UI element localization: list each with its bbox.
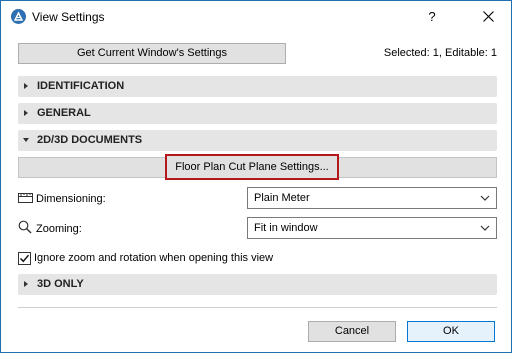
app-icon bbox=[11, 9, 26, 24]
chevron-down-icon bbox=[23, 138, 29, 142]
get-current-window-settings-button[interactable]: Get Current Window's Settings bbox=[18, 43, 286, 64]
dimensioning-icon bbox=[18, 193, 33, 203]
dimensioning-value: Plain Meter bbox=[254, 192, 310, 204]
ignore-zoom-checkbox[interactable] bbox=[18, 252, 31, 265]
chevron-right-icon bbox=[24, 281, 28, 287]
chevron-right-icon bbox=[24, 110, 28, 116]
section-identification[interactable]: IDENTIFICATION bbox=[18, 76, 497, 97]
section-label: 2D/3D DOCUMENTS bbox=[37, 134, 143, 146]
help-button[interactable]: ? bbox=[419, 5, 445, 29]
dimensioning-label: Dimensioning: bbox=[36, 193, 106, 205]
close-icon bbox=[482, 11, 494, 22]
ok-button[interactable]: OK bbox=[407, 321, 495, 342]
section-general[interactable]: GENERAL bbox=[18, 103, 497, 124]
selection-status: Selected: 1, Editable: 1 bbox=[383, 47, 497, 59]
chevron-down-icon bbox=[480, 225, 490, 231]
zooming-value: Fit in window bbox=[254, 222, 318, 234]
magnifier-icon bbox=[18, 220, 32, 234]
zooming-select[interactable]: Fit in window bbox=[247, 217, 497, 239]
section-label: 3D ONLY bbox=[37, 278, 84, 290]
cancel-button[interactable]: Cancel bbox=[308, 321, 396, 342]
checkmark-icon bbox=[19, 254, 30, 263]
section-2d-3d-documents[interactable]: 2D/3D DOCUMENTS bbox=[18, 130, 497, 151]
footer-divider bbox=[18, 307, 497, 308]
dimensioning-select[interactable]: Plain Meter bbox=[247, 187, 497, 209]
zooming-label: Zooming: bbox=[36, 223, 82, 235]
title-bar: View Settings ? bbox=[1, 1, 511, 32]
floor-plan-cut-plane-settings-button[interactable]: Floor Plan Cut Plane Settings... bbox=[165, 154, 339, 180]
ignore-zoom-label: Ignore zoom and rotation when opening th… bbox=[34, 252, 274, 264]
window-title: View Settings bbox=[32, 10, 105, 24]
chevron-right-icon bbox=[24, 83, 28, 89]
view-settings-dialog: View Settings ? Get Current Window's Set… bbox=[0, 0, 512, 353]
section-label: IDENTIFICATION bbox=[37, 80, 125, 92]
close-button[interactable] bbox=[469, 5, 507, 29]
chevron-down-icon bbox=[480, 195, 490, 201]
section-label: GENERAL bbox=[37, 107, 91, 119]
section-3d-only[interactable]: 3D ONLY bbox=[18, 274, 497, 295]
